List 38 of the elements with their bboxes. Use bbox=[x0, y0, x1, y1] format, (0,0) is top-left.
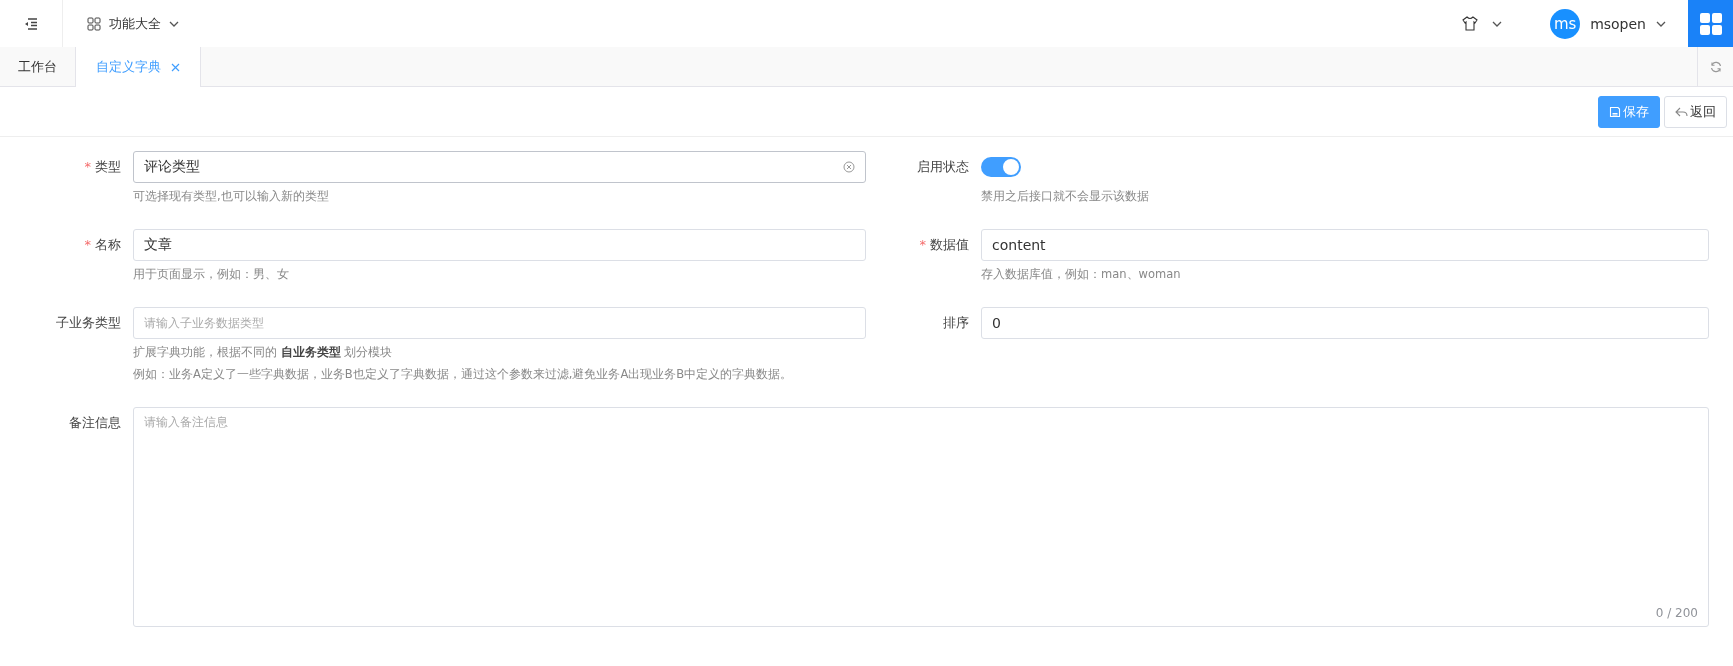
apps-button[interactable] bbox=[1688, 0, 1733, 47]
shirt-icon bbox=[1462, 16, 1479, 31]
grid-icon bbox=[1699, 12, 1722, 35]
help-text: 可选择现有类型,也可以输入新的类型 bbox=[133, 188, 330, 205]
input-field[interactable]: content bbox=[981, 229, 1709, 261]
required-mark: * bbox=[84, 237, 91, 252]
field-label: 名称 bbox=[95, 237, 121, 252]
field-label: 子业务类型 bbox=[56, 315, 121, 330]
caret-icon bbox=[169, 20, 179, 27]
help-text: 用于页面显示，例如：男、女 bbox=[133, 266, 290, 283]
clear-icon bbox=[843, 161, 855, 173]
caret-icon bbox=[1492, 20, 1503, 27]
toggle-switch[interactable] bbox=[981, 157, 1021, 177]
field-label: 备注信息 bbox=[69, 415, 121, 430]
caret-icon bbox=[1656, 20, 1666, 27]
input-field[interactable]: 0 bbox=[981, 307, 1709, 339]
field-label: 类型 bbox=[95, 159, 121, 174]
input-field[interactable]: 文章 bbox=[133, 229, 866, 261]
user-avatar: ms bbox=[1550, 8, 1581, 39]
menu-icon bbox=[24, 17, 38, 30]
help-text: 扩展字典功能，根据不同的 自业务类型 划分模块 bbox=[133, 344, 394, 361]
close-icon bbox=[171, 62, 180, 72]
reply-icon bbox=[1675, 106, 1688, 117]
refresh-icon bbox=[1709, 60, 1722, 73]
help-text: 存入数据库值，例如：man、woman bbox=[981, 266, 1182, 283]
save-icon bbox=[1609, 105, 1621, 118]
help-text: 禁用之后接口就不会显示该数据 bbox=[981, 188, 1150, 205]
field-label: 排序 bbox=[943, 315, 969, 330]
field-label: 数据值 bbox=[930, 237, 969, 252]
field-label: 启用状态 bbox=[917, 159, 969, 174]
nav-menu-button[interactable]: 功能大全 bbox=[83, 10, 183, 37]
back-button[interactable]: 返回 bbox=[1664, 95, 1727, 128]
required-mark: * bbox=[919, 237, 926, 252]
grid-icon bbox=[87, 16, 101, 31]
select-field[interactable]: 评论类型 bbox=[133, 151, 866, 183]
help-text: 例如：业务A定义了一些字典数据，业务B也定义了字典数据，通过这个参数来过滤,避免业务A出现业务B中定义的字典数据。 bbox=[133, 366, 794, 383]
user-menu-button[interactable]: ms msopen bbox=[1546, 4, 1670, 43]
required-mark: * bbox=[84, 159, 91, 174]
